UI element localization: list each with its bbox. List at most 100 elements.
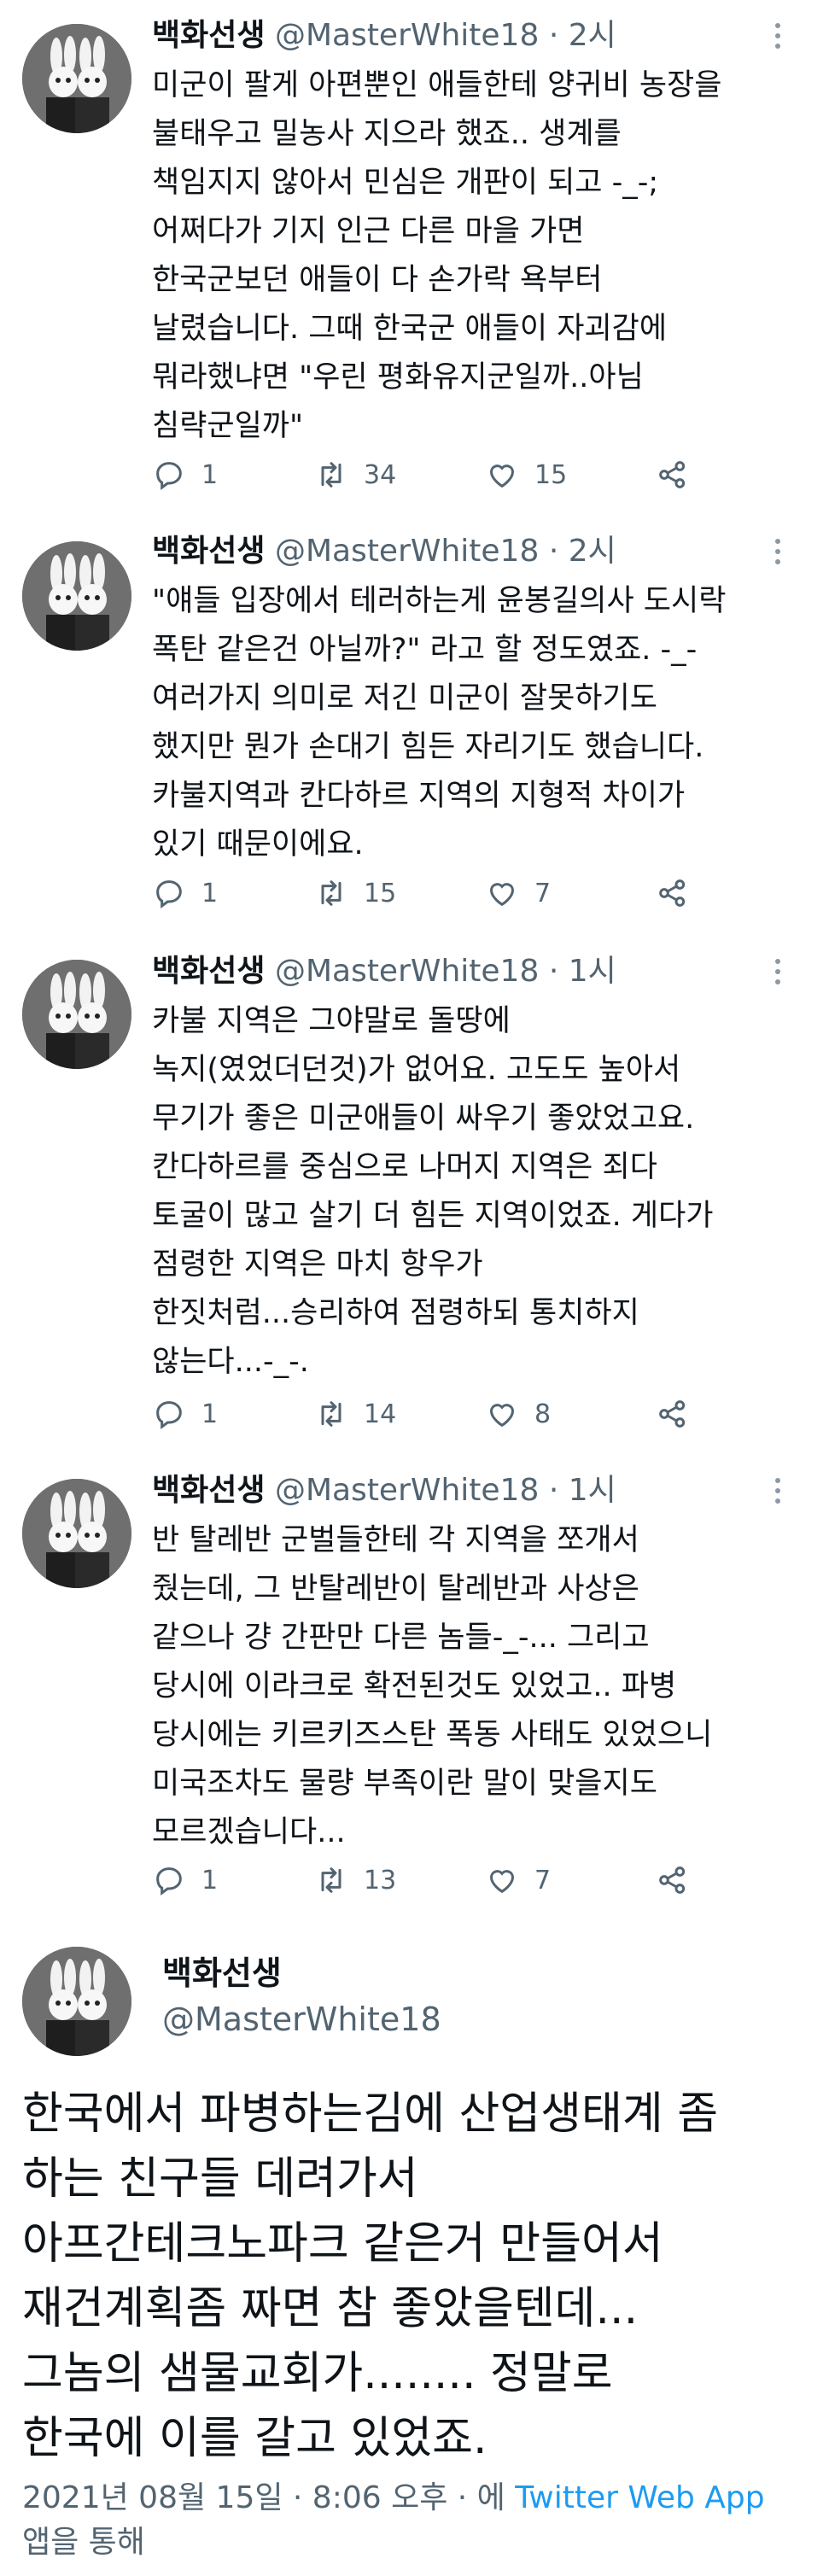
reply-button[interactable]: 1 bbox=[152, 1393, 218, 1434]
tweet-line: 했지만 뭔가 손대기 힘든 자리기도 했습니다. bbox=[152, 730, 704, 764]
like-button[interactable]: 8 bbox=[485, 1393, 551, 1434]
avatar[interactable] bbox=[22, 1947, 131, 2056]
retweet-count: 14 bbox=[364, 1399, 397, 1429]
reply-button[interactable]: 1 bbox=[152, 873, 218, 914]
display-name[interactable]: 백화선생 bbox=[152, 18, 265, 53]
bunny-mask-avatar-icon bbox=[22, 541, 131, 651]
bunny-mask-avatar-icon bbox=[22, 960, 131, 1069]
more-icon[interactable] bbox=[761, 531, 795, 572]
tweet-line: 줬는데, 그 반탈레반이 탈레반과 사상은 bbox=[152, 1572, 639, 1606]
reply-icon bbox=[156, 1867, 182, 1895]
tweet-line: 한국에서 파병하는김에 산업생태계 좀 bbox=[22, 2088, 719, 2140]
share-icon bbox=[659, 1866, 686, 1894]
tweet-text: 미군이 팔게 아편뿐인 애들한테 양귀비 농장을 불태우고 밀농사 지으라 했죠… bbox=[152, 61, 801, 451]
retweet-button[interactable]: 14 bbox=[314, 1393, 396, 1434]
share-button[interactable] bbox=[656, 873, 690, 914]
tweet-line: 모르겠습니다... bbox=[152, 1815, 346, 1849]
display-name[interactable]: 백화선생 bbox=[152, 954, 265, 989]
user-handle[interactable]: @MasterWhite18 bbox=[162, 1998, 441, 2041]
share-icon bbox=[659, 461, 686, 488]
tweet-actions: 1 15 7 bbox=[152, 873, 715, 914]
avatar[interactable] bbox=[22, 24, 131, 133]
avatar[interactable] bbox=[22, 960, 131, 1069]
tweet-text: 반 탈레반 군벌들한테 각 지역을 쪼개서 줬는데, 그 반탈레반이 탈레반과 … bbox=[152, 1516, 801, 1857]
tweet-line: 한국군보던 애들이 다 손가락 욕부터 bbox=[152, 263, 603, 297]
tweet-line: 어쩌다가 기지 인근 다른 마을 가면 bbox=[152, 214, 585, 248]
like-button[interactable]: 7 bbox=[485, 1860, 551, 1901]
tweet-line: 같으나 걍 간판만 다른 놈들-_-... 그리고 bbox=[152, 1621, 650, 1655]
more-icon[interactable] bbox=[761, 951, 795, 992]
tweet-line: 하는 친구들 데려가서 bbox=[22, 2153, 418, 2205]
tweet-actions: 1 34 15 bbox=[152, 454, 715, 495]
timestamp[interactable]: · 2시 bbox=[549, 18, 616, 53]
reply-icon bbox=[156, 462, 182, 490]
retweet-count: 13 bbox=[364, 1865, 397, 1895]
tweet-header: 백화선생 @MasterWhite18 · 2시 bbox=[152, 15, 616, 56]
share-button[interactable] bbox=[656, 1860, 690, 1901]
more-icon[interactable] bbox=[761, 15, 795, 56]
heart-icon bbox=[489, 883, 515, 907]
tweet-actions: 1 14 8 bbox=[152, 1393, 715, 1434]
tweet-line: 토굴이 많고 살기 더 힘든 지역이었죠. 게다가 bbox=[152, 1199, 714, 1233]
share-button[interactable] bbox=[656, 454, 690, 495]
bunny-mask-avatar-icon bbox=[22, 1947, 131, 2056]
timestamp[interactable]: · 1시 bbox=[549, 1473, 616, 1508]
avatar[interactable] bbox=[22, 1479, 131, 1588]
avatar[interactable] bbox=[22, 541, 131, 651]
tweet-text: 한국에서 파병하는김에 산업생태계 좀 하는 친구들 데려가서 아프간테크노파크… bbox=[22, 2082, 808, 2471]
user-handle[interactable]: @MasterWhite18 bbox=[275, 18, 539, 53]
retweet-count: 15 bbox=[364, 878, 397, 908]
tweet-text: "얘들 입장에서 테러하는게 윤봉길의사 도시락 폭탄 같은건 아닐까?" 라고… bbox=[152, 577, 801, 869]
tweet-line: 한국에 이를 갈고 있었죠. bbox=[22, 2413, 487, 2464]
like-button[interactable]: 15 bbox=[485, 454, 567, 495]
user-handle[interactable]: @MasterWhite18 bbox=[275, 1473, 539, 1508]
reply-count: 1 bbox=[201, 878, 219, 908]
timestamp[interactable]: · 2시 bbox=[549, 534, 616, 569]
tweet-line: 당시에는 키르키즈스탄 폭동 사태도 있었으니 bbox=[152, 1718, 713, 1752]
reply-button[interactable]: 1 bbox=[152, 454, 218, 495]
tweet-line: 칸다하르를 중심으로 나머지 지역은 죄다 bbox=[152, 1150, 657, 1184]
retweet-button[interactable]: 13 bbox=[314, 1860, 396, 1901]
tweet-line: 여러가지 의미로 저긴 미군이 잘못하기도 bbox=[152, 681, 657, 716]
reply-count: 1 bbox=[201, 1399, 219, 1429]
user-handle[interactable]: @MasterWhite18 bbox=[275, 534, 539, 569]
tweet-line: 무기가 좋은 미군애들이 싸우기 좋았었고요. bbox=[152, 1101, 695, 1136]
tweet-line: 점령한 지역은 마치 항우가 bbox=[152, 1247, 483, 1282]
display-name[interactable]: 백화선생 bbox=[162, 1952, 282, 1995]
tweet-header: 백화선생 @MasterWhite18 · 1시 bbox=[152, 951, 616, 992]
more-icon[interactable] bbox=[761, 1470, 795, 1511]
reply-count: 1 bbox=[201, 459, 219, 490]
tweet-line: 그놈의 샘물교회가........ 정말로 bbox=[22, 2348, 613, 2399]
share-button[interactable] bbox=[656, 1393, 690, 1434]
bunny-mask-avatar-icon bbox=[22, 1479, 131, 1588]
source-app-link[interactable]: Twitter Web App bbox=[515, 2480, 764, 2515]
retweet-icon bbox=[321, 462, 342, 488]
source-suffix: 앱을 통해 bbox=[22, 2525, 145, 2560]
like-button[interactable]: 7 bbox=[485, 873, 551, 914]
heart-icon bbox=[489, 464, 515, 488]
tweet-header: 백화선생 @MasterWhite18 · 2시 bbox=[152, 531, 616, 572]
retweet-icon bbox=[321, 1867, 342, 1893]
retweet-button[interactable]: 34 bbox=[314, 454, 396, 495]
post-date[interactable]: 2021년 08월 15일 · 8:06 오후 · 에 bbox=[22, 2480, 515, 2515]
timestamp[interactable]: · 1시 bbox=[549, 954, 616, 989]
tweet-line: 날렸습니다. 그때 한국군 애들이 자괴감에 bbox=[152, 312, 668, 346]
display-name[interactable]: 백화선생 bbox=[152, 1473, 265, 1508]
like-count: 15 bbox=[534, 459, 568, 490]
user-handle[interactable]: @MasterWhite18 bbox=[275, 954, 539, 989]
retweet-icon bbox=[321, 1401, 342, 1427]
tweet-line: 녹지(였었더던것)가 없어요. 고도도 높아서 bbox=[152, 1053, 681, 1087]
tweet-text: 카불 지역은 그야말로 돌땅에 녹지(였었더던것)가 없어요. 고도도 높아서 … bbox=[152, 997, 801, 1387]
share-icon bbox=[659, 1400, 686, 1428]
tweet-actions: 1 13 7 bbox=[152, 1860, 715, 1901]
retweet-count: 34 bbox=[364, 459, 397, 490]
display-name[interactable]: 백화선생 bbox=[152, 534, 265, 569]
reply-button[interactable]: 1 bbox=[152, 1860, 218, 1901]
reply-icon bbox=[156, 880, 182, 908]
like-count: 8 bbox=[534, 1399, 552, 1429]
heart-icon bbox=[489, 1404, 515, 1428]
tweet-line: 반 탈레반 군벌들한테 각 지역을 쪼개서 bbox=[152, 1523, 639, 1557]
tweet-line: 재건계획좀 짜면 참 좋았을텐데... bbox=[22, 2283, 639, 2334]
tweet-line: 카불 지역은 그야말로 돌땅에 bbox=[152, 1004, 511, 1038]
retweet-button[interactable]: 15 bbox=[314, 873, 396, 914]
